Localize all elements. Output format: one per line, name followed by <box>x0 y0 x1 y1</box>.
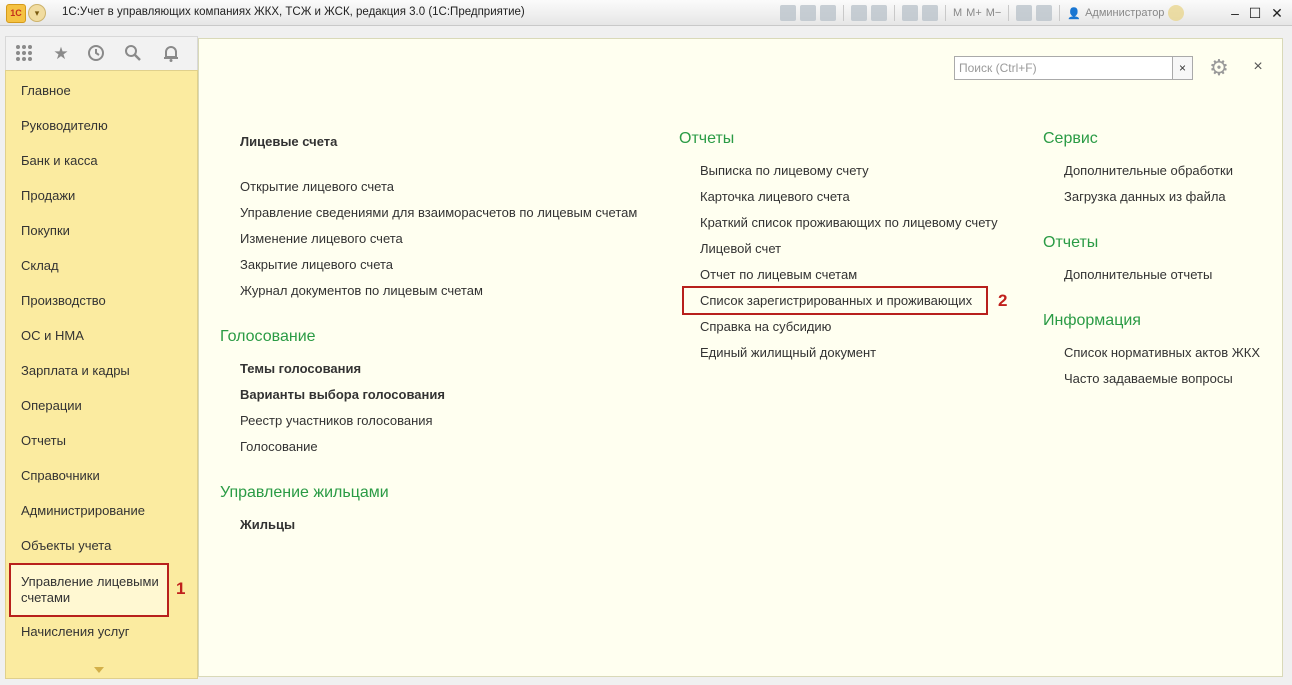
link-faq[interactable]: Часто задаваемые вопросы <box>1064 371 1233 386</box>
notifications-bell-icon[interactable] <box>161 44 181 64</box>
close-panel-button[interactable]: × <box>1249 58 1267 76</box>
sidebar-item-operations[interactable]: Операции <box>21 398 82 413</box>
calculator-icon[interactable] <box>902 5 918 21</box>
link-voting-participants[interactable]: Реестр участников голосования <box>240 413 433 428</box>
zoom-icon[interactable] <box>1016 5 1033 21</box>
link-unified-housing-document[interactable]: Единый жилищный документ <box>700 345 876 360</box>
document-icon[interactable] <box>871 5 887 21</box>
user-icon: 👤 <box>1067 7 1082 20</box>
sidebar-item-warehouse[interactable]: Склад <box>21 258 59 273</box>
sidebar-item-reports[interactable]: Отчеты <box>21 433 66 448</box>
link-tenants[interactable]: Жильцы <box>240 517 295 532</box>
favorites-star-icon[interactable]: ★ <box>51 44 71 64</box>
section-info-title: Информация <box>1043 312 1141 329</box>
sidebar-item-production[interactable]: Производство <box>21 293 106 308</box>
toolbar-divider <box>945 5 946 21</box>
link-change-account[interactable]: Изменение лицевого счета <box>240 231 403 246</box>
sections-sidebar: Главное Руководителю Банк и касса Продаж… <box>5 70 198 679</box>
print-icon[interactable] <box>800 5 816 21</box>
link-voting[interactable]: Голосование <box>240 439 318 454</box>
sidebar-item-accounting-objects[interactable]: Объекты учета <box>21 538 111 553</box>
link-accounts-report[interactable]: Отчет по лицевым счетам <box>700 267 857 282</box>
title-bar: 1С ▾ 1С:Учет в управляющих компаниях ЖКХ… <box>0 0 1292 26</box>
sidebar-item-catalogs[interactable]: Справочники <box>21 468 100 483</box>
close-window-button[interactable]: ✕ <box>1268 4 1286 22</box>
link-additional-processing[interactable]: Дополнительные обработки <box>1064 163 1233 178</box>
link-settlement-info[interactable]: Управление сведениями для взаиморасчетов… <box>240 205 637 220</box>
upload-icon[interactable] <box>851 5 867 21</box>
settings-gear-icon[interactable]: ⚙ <box>1206 55 1232 81</box>
sidebar-item-bank[interactable]: Банк и касса <box>21 153 98 168</box>
step-marker-1: 1 <box>176 579 186 598</box>
sidebar-item-accounts-management-label: Управление лицевыми счетами <box>21 574 159 605</box>
preview-icon[interactable] <box>820 5 836 21</box>
link-voting-topics[interactable]: Темы голосования <box>240 361 361 376</box>
sidebar-item-service-charges[interactable]: Начисления услуг <box>21 624 129 639</box>
link-residents-brief-list[interactable]: Краткий список проживающих по лицевому с… <box>700 215 998 230</box>
sidebar-item-main[interactable]: Главное <box>21 83 71 98</box>
link-personal-account[interactable]: Лицевой счет <box>700 241 781 256</box>
section-tenants-title: Управление жильцами <box>220 484 389 501</box>
window-icon[interactable] <box>1036 5 1053 21</box>
link-file-import[interactable]: Загрузка данных из файла <box>1064 189 1226 204</box>
link-close-account[interactable]: Закрытие лицевого счета <box>240 257 393 272</box>
memory-subtract-button[interactable]: M− <box>986 7 1002 19</box>
navigation-toolbar: ★ <box>5 36 198 70</box>
sidebar-item-purchases[interactable]: Покупки <box>21 223 70 238</box>
1c-logo-icon: 1С <box>6 4 26 23</box>
title-toolbar: M M+ M− 👤 Администратор <box>780 4 1185 22</box>
step-marker-2: 2 <box>998 291 1008 310</box>
toolbar-divider <box>843 5 844 21</box>
section-content-panel: × ⚙ × Лицевые счета Открытие лицевого сч… <box>198 38 1283 677</box>
sidebar-item-sales[interactable]: Продажи <box>21 188 75 203</box>
toolbar-divider <box>1059 5 1061 21</box>
toolbar-divider <box>1008 5 1010 21</box>
scroll-down-arrow-icon[interactable] <box>94 667 104 673</box>
memory-button[interactable]: M <box>953 7 962 19</box>
link-registered-residents-list[interactable]: Список зарегистрированных и проживающих <box>700 293 972 308</box>
memory-add-button[interactable]: M+ <box>966 7 982 19</box>
main-menu-button[interactable]: ▾ <box>28 4 46 22</box>
link-regulatory-acts[interactable]: Список нормативных актов ЖКХ <box>1064 345 1260 360</box>
link-open-account[interactable]: Открытие лицевого счета <box>240 179 394 194</box>
link-additional-reports[interactable]: Дополнительные отчеты <box>1064 267 1212 282</box>
apps-grid-icon[interactable] <box>14 44 34 64</box>
section-voting-title: Голосование <box>220 328 316 345</box>
accounts-heading[interactable]: Лицевые счета <box>240 134 337 149</box>
link-account-statement[interactable]: Выписка по лицевому счету <box>700 163 869 178</box>
sidebar-item-manager[interactable]: Руководителю <box>21 118 108 133</box>
minimize-button[interactable]: – <box>1226 4 1244 22</box>
sidebar-item-payroll[interactable]: Зарплата и кадры <box>21 363 130 378</box>
section-reports-title: Отчеты <box>679 130 735 147</box>
section-service-title: Сервис <box>1043 130 1098 147</box>
link-voting-options[interactable]: Варианты выбора голосования <box>240 387 445 402</box>
save-icon[interactable] <box>780 5 796 21</box>
calendar-icon[interactable] <box>922 5 938 21</box>
toolbar-divider <box>894 5 895 21</box>
link-subsidy-certificate[interactable]: Справка на субсидию <box>700 319 831 334</box>
section-extra-reports-title: Отчеты <box>1043 234 1099 251</box>
search-clear-button[interactable]: × <box>1173 56 1193 80</box>
search-input[interactable] <box>954 56 1173 80</box>
search-icon[interactable] <box>123 44 143 64</box>
maximize-button[interactable]: ☐ <box>1246 4 1264 22</box>
sidebar-item-administration[interactable]: Администрирование <box>21 503 145 518</box>
link-account-card[interactable]: Карточка лицевого счета <box>700 189 850 204</box>
info-icon[interactable] <box>1168 5 1185 21</box>
current-user[interactable]: Администратор <box>1085 7 1164 19</box>
sidebar-item-fixed-assets[interactable]: ОС и НМА <box>21 328 84 343</box>
link-documents-journal[interactable]: Журнал документов по лицевым счетам <box>240 283 483 298</box>
window-title: 1С:Учет в управляющих компаниях ЖКХ, ТСЖ… <box>62 6 525 18</box>
history-icon[interactable] <box>86 44 106 64</box>
